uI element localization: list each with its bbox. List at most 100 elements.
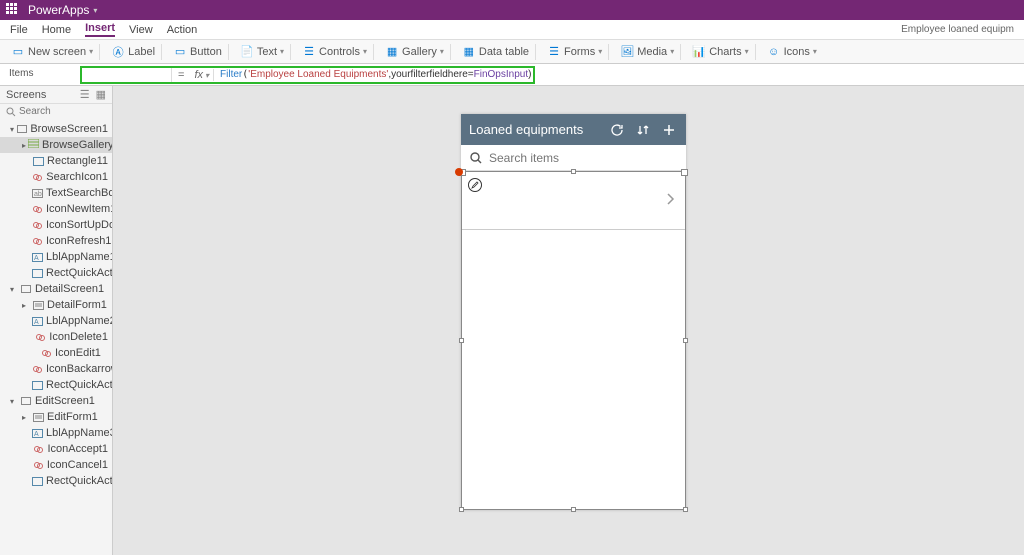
item-type-icon xyxy=(32,380,43,390)
menu-action[interactable]: Action xyxy=(167,24,198,36)
ribbon-controls[interactable]: ☰Controls▾ xyxy=(297,44,374,60)
toggle-icon[interactable]: ▸ xyxy=(22,413,30,422)
chevron-down-icon: ▾ xyxy=(89,47,93,56)
menu-insert[interactable]: Insert xyxy=(85,22,115,37)
tree-item-TextSearchBox1[interactable]: abTextSearchBox1 xyxy=(0,185,112,201)
tree-item-label: EditScreen1 xyxy=(35,395,95,407)
tree-item-DetailScreen1[interactable]: ▾ DetailScreen1 xyxy=(0,281,112,297)
tree-item-BrowseGallery1[interactable]: ▸BrowseGallery1 xyxy=(0,137,112,153)
formula-input[interactable]: Filter('Employee Loaned Equipments',your… xyxy=(214,69,533,80)
chevron-down-icon: ▾ xyxy=(670,47,674,56)
formula-bar: Items = fx▾ Filter('Employee Loaned Equi… xyxy=(0,64,1024,86)
ribbon-gallery[interactable]: ▦ Gallery▾ xyxy=(380,44,451,60)
chevron-down-icon: ▾ xyxy=(813,47,817,56)
toggle-icon[interactable]: ▾ xyxy=(10,125,15,134)
tree-item-label: IconRefresh1 xyxy=(46,235,111,247)
resize-handle[interactable] xyxy=(683,507,688,512)
property-dropdown[interactable] xyxy=(82,68,172,82)
menu-file[interactable]: File xyxy=(10,24,28,36)
tree-item-Rectangle11[interactable]: Rectangle11 xyxy=(0,153,112,169)
waffle-icon[interactable] xyxy=(6,3,20,17)
tree-item-label: SearchIcon1 xyxy=(46,171,108,183)
tree-item-label: LblAppName2 xyxy=(46,315,112,327)
tree-search[interactable] xyxy=(0,104,112,119)
tree-item-label: IconAccept1 xyxy=(47,443,108,455)
ribbon: ▭New screen▾ ⒶLabel ▭Button 📄Text▾ ☰Cont… xyxy=(0,40,1024,64)
canvas[interactable]: Loaned equipments xyxy=(113,86,1024,555)
toggle-icon[interactable]: ▾ xyxy=(10,285,18,294)
tree-item-LblAppName2[interactable]: ALblAppName2 xyxy=(0,313,112,329)
toggle-icon[interactable]: ▸ xyxy=(22,141,26,150)
edit-icon[interactable] xyxy=(468,178,482,192)
charts-icon: 📊 xyxy=(693,46,705,58)
item-type-icon xyxy=(32,412,44,422)
item-type-icon xyxy=(32,268,43,278)
tree-item-BrowseScreen1[interactable]: ▾BrowseScreen1 xyxy=(0,121,112,137)
tree-item-SearchIcon1[interactable]: SearchIcon1 xyxy=(0,169,112,185)
tree-item-label: IconCancel1 xyxy=(47,459,108,471)
ribbon-text[interactable]: 📄Text▾ xyxy=(235,44,291,60)
resize-handle[interactable] xyxy=(571,507,576,512)
item-type-icon xyxy=(20,284,32,294)
resize-handle[interactable] xyxy=(459,507,464,512)
tree-item-IconRefresh1[interactable]: IconRefresh1 xyxy=(0,233,112,249)
chevron-down-icon: ▾ xyxy=(440,47,444,56)
tree-item-EditForm1[interactable]: ▸ EditForm1 xyxy=(0,409,112,425)
tree-item-RectQuickActionBar1[interactable]: RectQuickActionBar1 xyxy=(0,265,112,281)
tree-item-label: EditForm1 xyxy=(47,411,98,423)
ribbon-label[interactable]: ⒶLabel xyxy=(106,44,162,60)
fx-button[interactable]: fx▾ xyxy=(190,69,214,81)
tree-item-IconNewItem1[interactable]: IconNewItem1 xyxy=(0,201,112,217)
preview-search[interactable] xyxy=(461,145,686,171)
rl: Gallery xyxy=(402,46,437,58)
rl: Charts xyxy=(709,46,741,58)
grid-view-icon[interactable]: ▦ xyxy=(96,88,106,101)
menu-view[interactable]: View xyxy=(129,24,153,36)
search-icon xyxy=(469,151,483,165)
ribbon-button[interactable]: ▭Button xyxy=(168,44,229,60)
resize-handle[interactable] xyxy=(459,338,464,343)
add-icon[interactable] xyxy=(660,121,678,139)
tree-search-input[interactable] xyxy=(19,106,99,117)
ribbon-new-screen[interactable]: ▭New screen▾ xyxy=(6,44,100,60)
preview-title: Loaned equipments xyxy=(469,122,600,137)
list-view-icon[interactable]: ☰ xyxy=(80,88,90,101)
tree-item-IconCancel1[interactable]: IconCancel1 xyxy=(0,457,112,473)
tree-item-IconBackarrow1[interactable]: IconBackarrow1 xyxy=(0,361,112,377)
chevron-right-icon[interactable] xyxy=(665,192,675,209)
gallery-row[interactable] xyxy=(462,172,685,230)
tree-item-IconAccept1[interactable]: IconAccept1 xyxy=(0,441,112,457)
chevron-down-icon[interactable]: ▾ xyxy=(93,6,97,15)
ribbon-data-table[interactable]: ▦Data table xyxy=(457,44,536,60)
app-file-name: Employee loaned equipm xyxy=(901,24,1014,35)
tree-item-IconSortUpDown1[interactable]: IconSortUpDown1 xyxy=(0,217,112,233)
ribbon-media[interactable]: 🖼Media▾ xyxy=(615,44,681,60)
preview-search-input[interactable] xyxy=(489,151,678,165)
toggle-icon[interactable]: ▾ xyxy=(10,397,18,406)
tree-item-label: DetailScreen1 xyxy=(35,283,104,295)
resize-handle[interactable] xyxy=(683,338,688,343)
tree-item-label: RectQuickActionBar1 xyxy=(46,267,112,279)
ribbon-forms[interactable]: ☰Forms▾ xyxy=(542,44,609,60)
ribbon-icons[interactable]: ☺Icons▾ xyxy=(762,44,823,60)
tree-item-label: RectQuickActionBar2 xyxy=(46,379,112,391)
refresh-icon[interactable] xyxy=(608,121,626,139)
tree-item-LblAppName1[interactable]: ALblAppName1 xyxy=(0,249,112,265)
ribbon-charts[interactable]: 📊Charts▾ xyxy=(687,44,755,60)
rl: Forms xyxy=(564,46,595,58)
sort-icon[interactable] xyxy=(634,121,652,139)
search-icon xyxy=(6,107,16,117)
tree-item-RectQuickActionBar2[interactable]: RectQuickActionBar2 xyxy=(0,377,112,393)
menu-home[interactable]: Home xyxy=(42,24,71,36)
tree-item-RectQuickActionBar3[interactable]: RectQuickActionBar3 xyxy=(0,473,112,489)
tree-item-DetailForm1[interactable]: ▸DetailForm1 xyxy=(0,297,112,313)
menu-bar: File Home Insert View Action Employee lo… xyxy=(0,20,1024,40)
gallery-selected[interactable] xyxy=(461,171,686,510)
tree-item-IconEdit1[interactable]: IconEdit1 xyxy=(0,345,112,361)
property-select[interactable]: Items xyxy=(6,67,76,83)
toggle-icon[interactable]: ▸ xyxy=(22,301,30,310)
tree-item-EditScreen1[interactable]: ▾ EditScreen1 xyxy=(0,393,112,409)
tree-item-IconDelete1[interactable]: IconDelete1 xyxy=(0,329,112,345)
tree-item-LblAppName3[interactable]: ALblAppName3 xyxy=(0,425,112,441)
gallery-icon: ▦ xyxy=(386,46,398,58)
